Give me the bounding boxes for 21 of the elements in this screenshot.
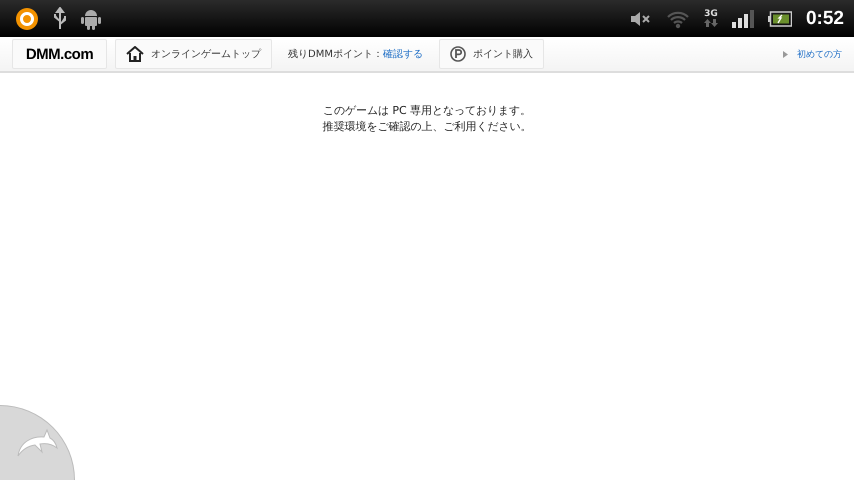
muted-speaker-icon [630, 10, 652, 26]
notification-app-icon [15, 6, 39, 30]
point-p-icon [450, 46, 466, 62]
clock-time: 0:52 [806, 8, 844, 30]
android-icon [81, 8, 101, 30]
buy-points-button[interactable]: ポイント購入 [438, 39, 544, 69]
network-type-indicator: 3G [704, 10, 718, 27]
usb-icon [53, 6, 67, 30]
site-logo[interactable]: DMM.com [12, 39, 107, 69]
first-time-link[interactable]: 初めての方 [797, 48, 842, 60]
check-points-link[interactable]: 確認する [382, 49, 423, 60]
dolphin-icon [16, 428, 58, 458]
pc-only-message: このゲームは PC 専用となっております。 推奨環境をご確認の上、ご利用ください。 [322, 103, 532, 135]
signal-strength-icon [732, 10, 754, 28]
battery-charging-icon [768, 10, 792, 26]
home-link[interactable]: オンラインゲームトップ [115, 39, 272, 69]
points-label: 残りDMMポイント：確認する [287, 48, 424, 61]
house-icon [126, 46, 144, 62]
data-arrows-icon [704, 19, 718, 27]
triangle-bullet-icon [783, 50, 788, 58]
wifi-icon [666, 8, 690, 28]
